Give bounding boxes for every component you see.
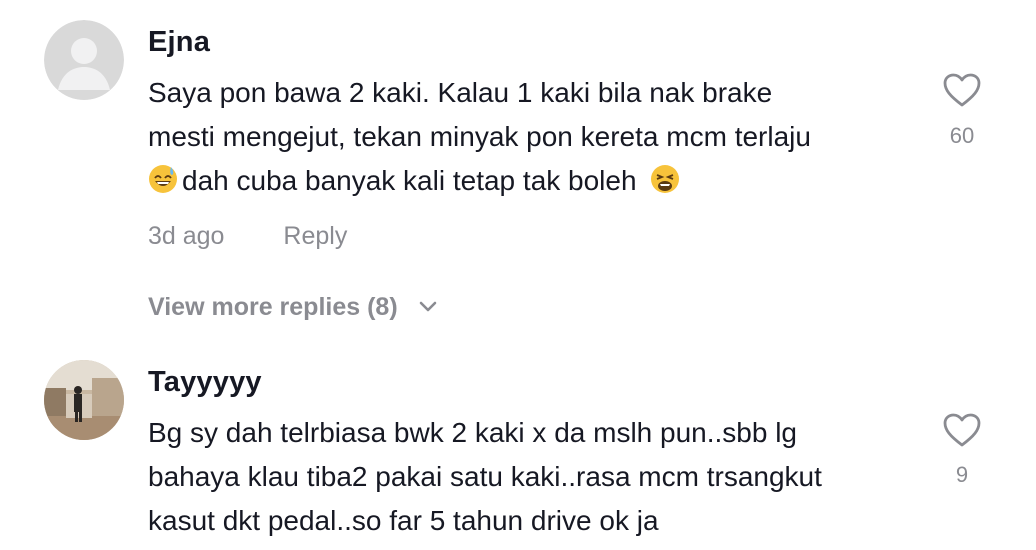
comment-username[interactable]: Ejna: [148, 26, 210, 59]
weary-face-emoji: [651, 165, 680, 193]
comment-text: Saya pon bawa 2 kaki. Kalau 1 kaki bila …: [148, 71, 918, 203]
comment-line: mesti mengejut, tekan minyak pon kereta …: [148, 121, 811, 152]
comment-line: dah cuba banyak kali tetap tak boleh: [182, 165, 637, 196]
comment-line: Saya pon bawa 2 kaki. Kalau 1 kaki bila …: [148, 77, 773, 108]
comment-username[interactable]: Tayyyyy: [148, 366, 262, 399]
comment-timestamp: 3d ago: [148, 222, 225, 250]
comment-line: bahaya klau tiba2 pakai satu kaki..rasa …: [148, 461, 822, 492]
view-more-replies-label: View more replies (8): [148, 293, 398, 321]
heart-outline-icon: [943, 73, 981, 107]
like-count: 9: [955, 462, 969, 487]
comment-meta: 3d ago Reply: [148, 222, 347, 251]
comment-line: kasut dkt pedal..so far 5 tahun drive ok…: [148, 505, 659, 536]
heart-outline-icon: [943, 413, 981, 447]
like-count: 60: [949, 123, 975, 148]
like-button[interactable]: [940, 72, 984, 113]
grinning-sweat-emoji: [149, 165, 177, 193]
chevron-down-icon: [419, 301, 436, 312]
photo-avatar[interactable]: [44, 360, 124, 440]
comment-line: Bg sy dah telrbiasa bwk 2 kaki x da mslh…: [148, 417, 798, 448]
comment-text: Bg sy dah telrbiasa bwk 2 kaki x da mslh…: [148, 411, 918, 543]
reply-button[interactable]: Reply: [283, 222, 347, 251]
view-more-replies-button[interactable]: View more replies (8): [148, 293, 437, 322]
default-avatar-icon[interactable]: [44, 20, 124, 100]
comment-line-with-emoji: dah cuba banyak kali tetap tak boleh: [148, 159, 918, 203]
like-button[interactable]: [940, 412, 984, 453]
